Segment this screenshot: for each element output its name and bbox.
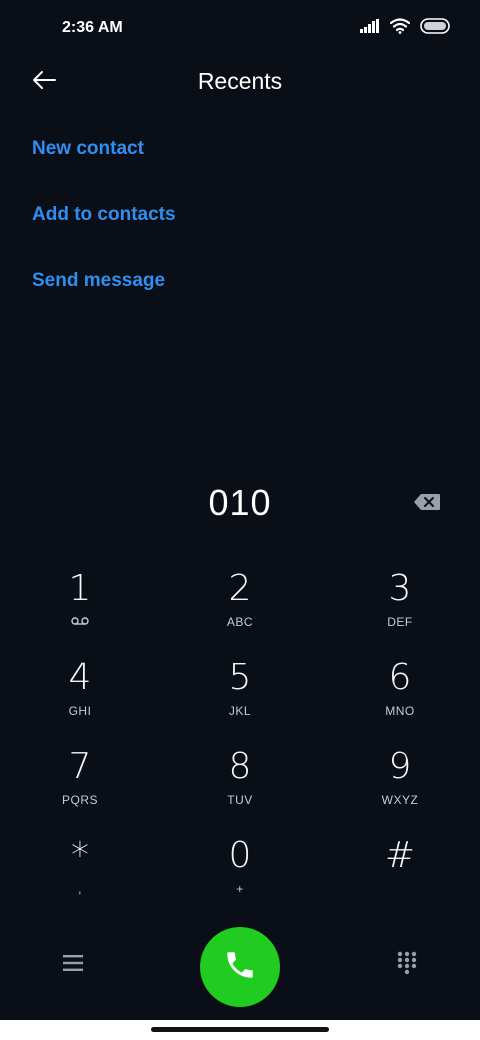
key-2[interactable]: 2 ABC xyxy=(160,568,320,657)
phone-icon xyxy=(223,948,257,987)
backspace-button[interactable] xyxy=(412,492,442,516)
key-letters: GHI xyxy=(68,704,92,718)
key-letters: TUV xyxy=(227,793,253,807)
key-digit: 5 xyxy=(228,657,252,698)
key-digit: 3 xyxy=(388,568,412,609)
call-button[interactable] xyxy=(200,927,280,1007)
key-letters: + xyxy=(236,882,244,896)
key-digit: * xyxy=(71,835,89,876)
key-letters: WXYZ xyxy=(381,793,419,807)
key-letters: , xyxy=(78,882,82,896)
key-6[interactable]: 6 MNO xyxy=(320,657,480,746)
key-digit: 9 xyxy=(388,746,412,787)
key-digit: 0 xyxy=(228,835,252,876)
key-1[interactable]: 1 xyxy=(0,568,160,657)
key-5[interactable]: 5 JKL xyxy=(160,657,320,746)
key-letters: MNO xyxy=(385,704,415,718)
key-7[interactable]: 7 PQRS xyxy=(0,746,160,835)
status-icons xyxy=(360,17,450,39)
key-letters: DEF xyxy=(387,615,413,629)
new-contact-link[interactable]: New contact xyxy=(32,138,144,160)
key-digit: # xyxy=(384,835,416,876)
key-digit: 4 xyxy=(68,657,92,698)
key-letters: PQRS xyxy=(61,793,98,807)
dialpad-icon xyxy=(397,951,417,980)
key-0[interactable]: 0 + xyxy=(160,835,320,924)
wifi-icon xyxy=(389,17,411,39)
add-to-contacts-link[interactable]: Add to contacts xyxy=(32,204,176,226)
key-4[interactable]: 4 GHI xyxy=(0,657,160,746)
key-8[interactable]: 8 TUV xyxy=(160,746,320,835)
send-message-link[interactable]: Send message xyxy=(32,270,165,292)
keypad: 1 2 ABC 3 DEF 4 GHI 5 JKL 6 MNO 7 PQRS 8… xyxy=(0,568,480,924)
status-bar: 2:36 AM xyxy=(0,0,480,56)
key-letters: ABC xyxy=(226,615,254,629)
menu-button[interactable] xyxy=(58,950,88,980)
battery-icon xyxy=(420,17,450,39)
signal-icon xyxy=(360,18,380,38)
dialed-number: 010 xyxy=(208,482,272,523)
key-letters: JKL xyxy=(228,704,252,718)
home-indicator[interactable] xyxy=(151,1027,329,1032)
key-digit: 8 xyxy=(228,746,252,787)
key-star[interactable]: * , xyxy=(0,835,160,924)
page-title: Recents xyxy=(197,68,283,94)
key-hash[interactable]: # xyxy=(320,835,480,924)
key-digit: 7 xyxy=(68,746,92,787)
backspace-icon xyxy=(413,493,441,516)
key-digit: 6 xyxy=(388,657,412,698)
status-time: 2:36 AM xyxy=(62,19,123,36)
dialpad-button[interactable] xyxy=(392,950,422,980)
key-9[interactable]: 9 WXYZ xyxy=(320,746,480,835)
menu-icon xyxy=(63,954,83,976)
voicemail-icon xyxy=(71,615,89,631)
key-digit: 2 xyxy=(228,568,252,609)
key-3[interactable]: 3 DEF xyxy=(320,568,480,657)
header: Recents xyxy=(0,56,480,108)
key-digit: 1 xyxy=(68,568,92,609)
